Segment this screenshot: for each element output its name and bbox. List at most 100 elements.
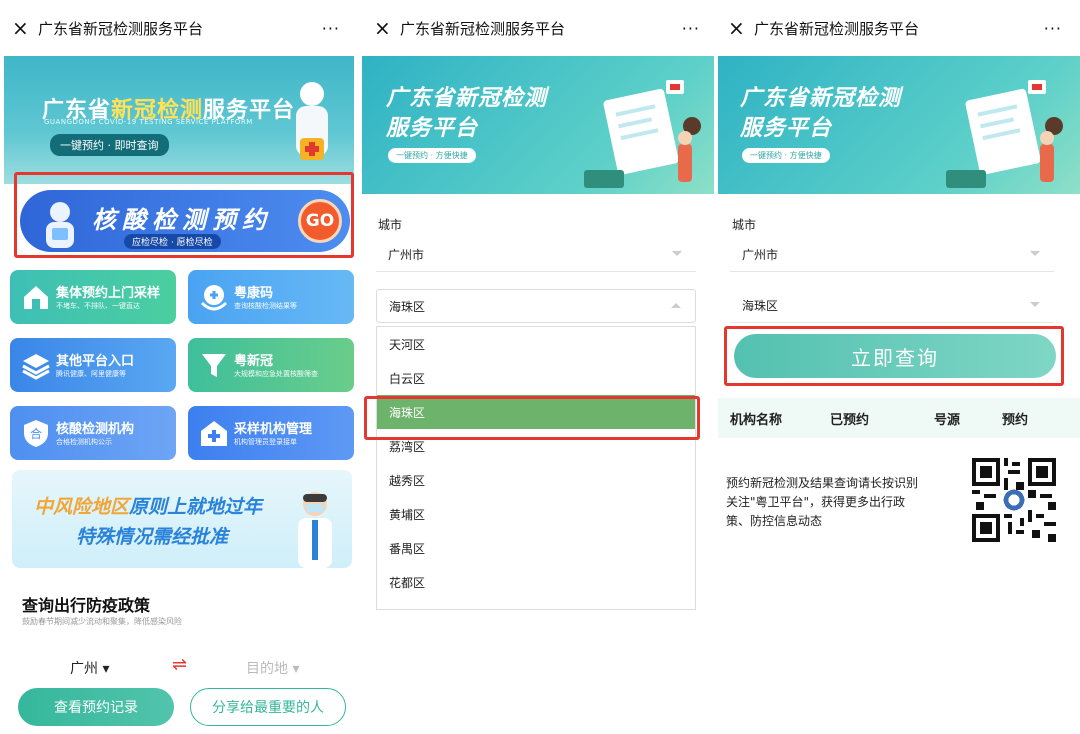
funnel-icon [202, 354, 226, 377]
laptop-illustration-icon [584, 80, 701, 188]
panel-divider [358, 0, 362, 734]
hero-pill: 一键预约 · 即时查询 [50, 134, 169, 156]
hero-banner: 广东省新冠检测 服务平台 一键预约 · 方便快捷 [362, 56, 718, 194]
chevron-down-icon [1030, 302, 1040, 307]
hero-title: 广东省新冠检测服务平台 [386, 84, 547, 144]
policy-subtitle: 鼓励春节期间减少流动和聚集，降低感染风险 [22, 617, 182, 626]
tile-sampling-management[interactable]: 采样机构管理 机构管理员登录接单 [188, 406, 354, 460]
hero-subtitle: GUANGDONG COVID-19 TESTING SERVICE PLATF… [44, 118, 253, 126]
close-icon[interactable]: × [12, 18, 38, 38]
follow-notice: 预约新冠检测及结果查询请长按识别 关注"粤卫平台"，获得更多出行政 策、防控信息… [726, 474, 958, 531]
column-header: 机构名称 [730, 412, 783, 428]
banner-line-1a: 中风险地区 [34, 496, 130, 518]
district-value: 海珠区 [389, 299, 426, 314]
follow-notice-line-2: 关注"粤卫平台"，获得更多出行政 [726, 495, 906, 509]
svg-text:合: 合 [30, 426, 42, 441]
banner-line-1: 中风险地区原则上就地过年 [34, 492, 262, 519]
policy-banner[interactable]: 中风险地区原则上就地过年 特殊情况需经批准 [12, 470, 352, 568]
medic-illustration-icon [296, 82, 328, 160]
close-icon[interactable]: × [374, 18, 400, 38]
district-dropdown-list: 天河区 白云区 海珠区 荔湾区 越秀区 黄埔区 番禺区 花都区 [376, 326, 696, 610]
tile-title: 采样机构管理 [234, 422, 313, 437]
district-value: 海珠区 [742, 299, 779, 313]
shield-icon: 合 [24, 420, 48, 447]
chevron-up-icon [671, 303, 681, 308]
hero-title-line-1: 广东省新冠检测 [386, 86, 548, 111]
tile-subtitle: 不堵车、不排队、一键直达 [56, 302, 140, 310]
hero-banner: 广东省新冠检测 服务平台 一键预约 · 方便快捷 [716, 56, 1080, 194]
district-option[interactable]: 天河区 [377, 327, 695, 361]
hero-banner: 广东省新冠检测服务平台 GUANGDONG COVID-19 TESTING S… [4, 56, 354, 184]
tile-test-institutions[interactable]: 合 核酸检测机构 合格检测机构公示 [10, 406, 176, 460]
home-icon [24, 286, 48, 309]
follow-notice-line-3: 策、防控信息动态 [726, 514, 823, 528]
qr-code-icon[interactable] [972, 458, 1056, 542]
tile-other-platforms[interactable]: 其他平台入口 腾讯健康、阿里健康等 [10, 338, 176, 392]
highlight-box-query-button [724, 326, 1064, 386]
tile-title: 集体预约上门采样 [56, 286, 161, 301]
more-icon[interactable]: ··· [322, 19, 346, 38]
panel-divider [714, 0, 718, 734]
more-icon[interactable]: ··· [1044, 19, 1068, 38]
column-header: 号源 [934, 412, 961, 428]
laptop-illustration-icon [946, 80, 1063, 188]
highlight-box-selected-option [364, 396, 700, 440]
destination-select[interactable]: 目的地 ▾ [246, 658, 299, 678]
tile-subtitle: 合格检测机构公示 [56, 438, 112, 446]
hero-title: 广东省新冠检测服务平台 [740, 84, 901, 144]
tile-group-booking[interactable]: 集体预约上门采样 不堵车、不排队、一键直达 [10, 270, 176, 324]
layers-icon [22, 354, 50, 380]
tile-title: 粤新冠 [234, 354, 274, 369]
city-value: 广州市 [388, 248, 425, 262]
highlight-box-booking [14, 172, 354, 258]
doctor-icon [298, 492, 332, 568]
chevron-down-icon [672, 251, 682, 256]
district-option[interactable]: 越秀区 [377, 463, 695, 497]
column-header: 已预约 [830, 412, 870, 428]
hero-title-line-1: 广东省新冠检测 [740, 86, 902, 111]
more-icon[interactable]: ··· [682, 19, 706, 38]
window-title: 广东省新冠检测服务平台 [400, 19, 566, 38]
close-icon[interactable]: × [728, 18, 754, 38]
hero-tag: 一键预约 · 方便快捷 [388, 148, 476, 163]
district-option[interactable]: 白云区 [377, 361, 695, 395]
district-option[interactable]: 花都区 [377, 565, 695, 599]
tile-subtitle: 机构管理员登录接单 [234, 438, 297, 446]
query-screen: × 广东省新冠检测服务平台 ··· 广东省新冠检测 服务平台 一键预约 · 方便快… [716, 0, 1080, 734]
policy-title: 查询出行防疫政策 [22, 596, 151, 615]
share-button[interactable]: 分享给最重要的人 [190, 688, 346, 726]
health-code-icon [200, 285, 228, 311]
district-option[interactable]: 黄埔区 [377, 497, 695, 531]
column-header: 预约 [1002, 412, 1029, 428]
origin-city-select[interactable]: 广州 ▾ [70, 658, 109, 678]
view-records-button[interactable]: 查看预约记录 [18, 688, 174, 726]
district-select-screen: × 广东省新冠检测服务平台 ··· 广东省新冠检测 服务平台 一键预约 · 方便快… [362, 0, 718, 734]
hero-title-line-2: 服务平台 [740, 116, 833, 141]
window-title: 广东省新冠检测服务平台 [38, 19, 204, 38]
banner-line-2: 特殊情况需经批准 [76, 526, 229, 548]
top-bar: × 广东省新冠检测服务平台 ··· [362, 0, 718, 56]
tile-health-code[interactable]: 粤康码 查询核酸检测结果等 [188, 270, 354, 324]
tile-yue-xinguan[interactable]: 粤新冠 大规模和应急处置核酸筛查 [188, 338, 354, 392]
city-select[interactable]: 广州市 [730, 238, 1054, 272]
chevron-down-icon [1030, 251, 1040, 256]
home-screen: × 广东省新冠检测服务平台 ··· 广东省新冠检测服务平台 GUANGDONG … [0, 0, 358, 734]
results-table-header: 机构名称 已预约 号源 预约 [716, 398, 1080, 438]
clinic-icon [201, 421, 227, 446]
tile-title: 其他平台入口 [56, 354, 135, 369]
city-label: 城市 [732, 218, 757, 232]
hero-title-line-2: 服务平台 [386, 116, 479, 141]
swap-icon[interactable]: ⇌ [172, 654, 187, 675]
tile-subtitle: 大规模和应急处置核酸筛查 [234, 370, 318, 378]
district-select[interactable]: 海珠区 [730, 289, 1054, 323]
district-select[interactable]: 海珠区 [376, 289, 696, 323]
tile-subtitle: 查询核酸检测结果等 [234, 302, 297, 310]
city-value: 广州市 [742, 248, 779, 262]
banner-line-1b: 原则上就地过年 [129, 496, 263, 518]
district-option[interactable]: 番禺区 [377, 531, 695, 565]
hero-tag: 一键预约 · 方便快捷 [742, 148, 830, 163]
tile-subtitle: 腾讯健康、阿里健康等 [56, 370, 126, 378]
city-select[interactable]: 广州市 [376, 238, 696, 272]
follow-notice-line-1: 预约新冠检测及结果查询请长按识别 [726, 476, 919, 490]
tile-title: 粤康码 [234, 286, 274, 301]
